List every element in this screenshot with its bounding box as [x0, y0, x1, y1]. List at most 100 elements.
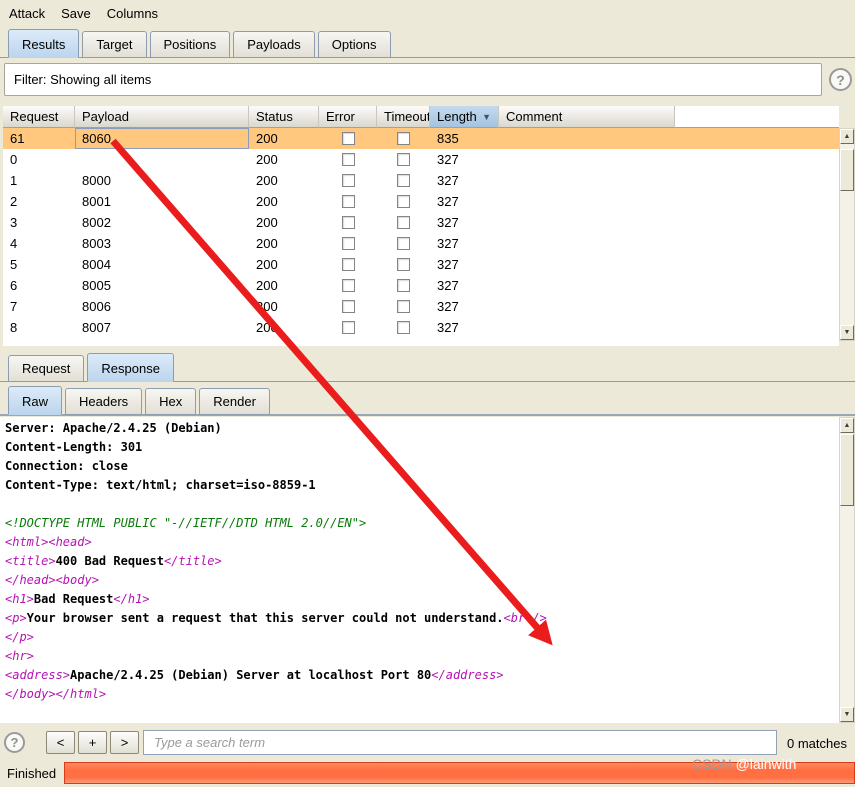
response-segment-tag: </title>	[163, 554, 222, 568]
timeout-checkbox[interactable]	[397, 300, 410, 313]
cell-request: 5	[10, 257, 18, 272]
table-row[interactable]: 6 8005 200 327	[3, 275, 839, 296]
table-scrollbar[interactable]: ▲ ▼	[839, 128, 855, 341]
column-header-comment[interactable]: Comment	[499, 106, 675, 128]
tab-positions[interactable]: Positions	[149, 31, 231, 58]
response-segment-tag: </h1>	[113, 592, 150, 606]
error-checkbox[interactable]	[341, 195, 355, 208]
cell-status: 200	[256, 152, 278, 167]
cell-payload: 8001	[82, 194, 111, 209]
table-header: Request Payload Status Error Timeout Len…	[3, 106, 839, 128]
tab-render[interactable]: Render	[199, 388, 270, 415]
column-header-request[interactable]: Request	[3, 106, 75, 128]
response-segment-tag: <title>	[5, 554, 56, 568]
cell-status: 200	[256, 131, 278, 146]
cell-length: 327	[437, 194, 459, 209]
tab-hex[interactable]: Hex	[145, 388, 197, 415]
column-header-timeout[interactable]: Timeout	[377, 106, 430, 128]
search-prev-button[interactable]: <	[46, 731, 75, 754]
table-row[interactable]: 3 8002 200 327	[3, 212, 839, 233]
cell-comment	[499, 212, 675, 233]
search-input[interactable]	[143, 730, 777, 755]
response-scrollbar[interactable]: ▲ ▼	[839, 417, 855, 723]
timeout-checkbox[interactable]	[397, 132, 410, 145]
error-checkbox[interactable]	[341, 132, 355, 145]
table-row[interactable]: 1 8000 200 327	[3, 170, 839, 191]
scroll-up-icon[interactable]: ▲	[840, 129, 854, 144]
timeout-checkbox[interactable]	[397, 279, 410, 292]
column-header-status[interactable]: Status	[249, 106, 319, 128]
response-segment-tag: <html>	[5, 535, 49, 549]
filter-bar[interactable]: Filter: Showing all items	[4, 63, 822, 96]
response-segment-tag: <h1>	[5, 592, 34, 606]
response-scrollbar-thumb[interactable]	[840, 434, 854, 506]
cell-timeout	[377, 275, 430, 296]
table-row[interactable]: 4 8003 200 327	[3, 233, 839, 254]
search-next-button[interactable]: >	[110, 731, 139, 754]
tab-raw[interactable]: Raw	[8, 386, 63, 415]
help-icon[interactable]: ?	[829, 68, 852, 91]
tab-target[interactable]: Target	[82, 31, 147, 58]
menu-attack[interactable]: Attack	[9, 6, 45, 21]
search-help-icon[interactable]: ?	[4, 732, 25, 753]
table-row[interactable]: 0 200 327	[3, 149, 839, 170]
response-line: Content-Type: text/html; charset=iso-885…	[5, 476, 839, 495]
menu-columns[interactable]: Columns	[107, 6, 158, 21]
table-row[interactable]: 5 8004 200 327	[3, 254, 839, 275]
column-header-payload[interactable]: Payload	[75, 106, 249, 128]
cell-timeout	[377, 317, 430, 338]
cell-error	[319, 149, 377, 170]
table-scrollbar-thumb[interactable]	[840, 149, 854, 191]
table-row[interactable]: 2 8001 200 327	[3, 191, 839, 212]
response-line: </head><body>	[5, 571, 839, 590]
response-line: Content-Length: 301	[5, 438, 839, 457]
timeout-checkbox[interactable]	[397, 153, 410, 166]
error-checkbox[interactable]	[341, 279, 355, 292]
error-checkbox[interactable]	[341, 321, 355, 334]
timeout-checkbox[interactable]	[397, 258, 410, 271]
error-checkbox[interactable]	[341, 300, 355, 313]
error-checkbox[interactable]	[341, 237, 355, 250]
tab-results[interactable]: Results	[8, 29, 80, 58]
response-line: <hr>	[5, 647, 839, 666]
tab-headers[interactable]: Headers	[65, 388, 143, 415]
response-segment-tag: <p>	[5, 611, 27, 625]
cell-filler	[675, 191, 839, 212]
cell-payload: 8060	[75, 128, 249, 149]
response-line: </p>	[5, 628, 839, 647]
error-checkbox[interactable]	[341, 258, 355, 271]
timeout-checkbox[interactable]	[397, 237, 410, 250]
table-row[interactable]: 8 8007 200 327	[3, 317, 839, 338]
cell-error	[319, 212, 377, 233]
match-count: 0 matches	[787, 736, 847, 751]
message-tab-strip: Request Response	[0, 352, 855, 382]
tab-response[interactable]: Response	[87, 353, 174, 382]
results-table-body: 61 8060 200 835 0 200 327 1 8000 200 327 2 8001 200 32…	[3, 128, 839, 338]
response-line: <html><head>	[5, 533, 839, 552]
cell-length: 327	[437, 215, 459, 230]
timeout-checkbox[interactable]	[397, 216, 410, 229]
column-header-length[interactable]: Length ▼	[430, 106, 499, 128]
menu-save[interactable]: Save	[61, 6, 91, 21]
scroll-down-icon[interactable]: ▼	[840, 325, 854, 340]
tab-options[interactable]: Options	[317, 31, 391, 58]
cell-request: 61	[10, 131, 25, 146]
sort-arrow-icon: ▼	[482, 111, 491, 122]
timeout-checkbox[interactable]	[397, 321, 410, 334]
timeout-checkbox[interactable]	[397, 195, 410, 208]
column-header-error[interactable]: Error	[319, 106, 377, 128]
table-row[interactable]: 7 8006 200 327	[3, 296, 839, 317]
scroll-down-icon[interactable]: ▼	[840, 707, 854, 722]
scroll-up-icon[interactable]: ▲	[840, 418, 854, 433]
table-row[interactable]: 61 8060 200 835	[3, 128, 839, 149]
error-checkbox[interactable]	[341, 174, 355, 187]
response-viewer[interactable]: Server: Apache/2.4.25 (Debian) Content-Le…	[0, 417, 839, 723]
cell-request: 3	[10, 215, 18, 230]
search-add-button[interactable]: +	[78, 731, 107, 754]
error-checkbox[interactable]	[341, 153, 355, 166]
cell-comment	[499, 233, 675, 254]
timeout-checkbox[interactable]	[397, 174, 410, 187]
error-checkbox[interactable]	[341, 216, 355, 229]
tab-payloads[interactable]: Payloads	[233, 31, 315, 58]
tab-request[interactable]: Request	[8, 355, 85, 382]
